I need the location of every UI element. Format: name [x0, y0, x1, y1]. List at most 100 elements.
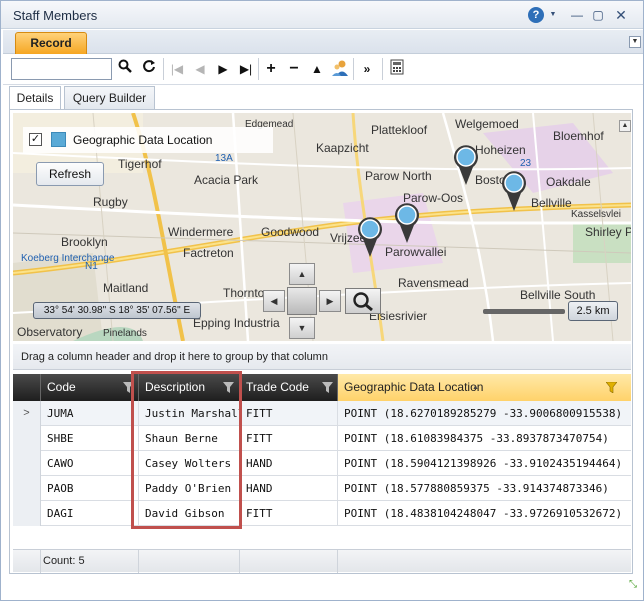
map-place-label: Welgemoed	[455, 117, 519, 131]
cell-code: JUMA	[41, 401, 139, 426]
tabstrip-dropdown-icon[interactable]: ▼	[629, 36, 641, 48]
help-icon[interactable]: ?	[528, 7, 544, 23]
tab-details[interactable]: Details	[9, 86, 61, 110]
header-code[interactable]: Code	[41, 374, 139, 401]
row-indicator	[13, 451, 41, 476]
first-record-icon[interactable]: |◀	[167, 59, 187, 79]
header-trade-code-label: Trade Code	[246, 380, 309, 394]
pan-up-icon[interactable]: ▲	[289, 263, 315, 285]
tab-query-builder[interactable]: Query Builder	[64, 86, 155, 110]
minimize-icon[interactable]: —	[570, 8, 584, 22]
map-place-label: Factreton	[183, 246, 234, 260]
map-coordinate-readout: 33° 54' 30.98" S 18° 35' 07.56" E	[33, 302, 201, 319]
cell-geo: POINT (18.61083984375 -33.8937873470754)	[344, 432, 609, 445]
map-collapse-icon[interactable]: ▲	[619, 120, 631, 132]
pan-down-icon[interactable]: ▼	[289, 317, 315, 339]
group-by-panel[interactable]: Drag a column header and drop it here to…	[13, 344, 631, 370]
cell-code: DAGI	[41, 501, 139, 526]
grid-header: Code Description Trade Code ▲ Geographic…	[13, 374, 631, 401]
delete-record-icon[interactable]: −	[284, 59, 304, 79]
grid-footer: Count: 5	[13, 549, 631, 573]
header-indicator-cell	[13, 374, 41, 401]
more-actions-icon[interactable]: »	[357, 59, 377, 79]
header-code-label: Code	[47, 380, 76, 394]
map-scale-bar	[483, 309, 565, 314]
previous-record-icon[interactable]: ◀	[190, 59, 210, 79]
cell-trade-code: FITT	[240, 501, 338, 526]
help-dropdown-icon[interactable]: ▼	[546, 8, 560, 22]
detail-tabs: Details Query Builder	[3, 86, 643, 110]
details-panel: Welgemoed Plattekloof Kaapzicht Hoheizen…	[9, 109, 633, 574]
map-place-label: Kasselsvlei	[571, 209, 622, 220]
map-scale-label: 2.5 km	[568, 301, 618, 321]
pan-left-icon[interactable]: ◀	[263, 290, 285, 312]
refresh-icon[interactable]	[139, 59, 159, 79]
table-row[interactable]: DAGI David Gibson FITT POINT (18.4838104…	[13, 501, 631, 526]
title-bar: Staff Members ? ▼ — ▢ ✕	[1, 1, 643, 29]
cell-geo: POINT (18.5904121398926 -33.910243519446…	[344, 457, 623, 470]
record-toolbar: |◀ ◀ ▶ ▶| + − ▲ »	[3, 55, 643, 85]
sort-ascending-icon: ▲	[472, 384, 479, 391]
header-geographic-location[interactable]: ▲ Geographic Data Location	[338, 374, 631, 401]
map-place-label: Brooklyn	[61, 235, 108, 249]
map-place-label: Koeberg Interchange	[21, 253, 115, 264]
table-row[interactable]: PAOB Paddy O'Brien HAND POINT (18.577880…	[13, 476, 631, 501]
map-place-label: Kaapzicht	[316, 141, 369, 155]
cell-code: SHBE	[41, 426, 139, 451]
cell-description: Casey Wolters	[139, 451, 240, 476]
map-place-label: Bellville	[531, 196, 572, 210]
staff-members-window: Staff Members ? ▼ — ▢ ✕ Record ▼ |◀ ◀ ▶ …	[0, 0, 644, 601]
cell-description: Justin Marshall	[139, 401, 240, 426]
layer-color-swatch	[51, 132, 66, 147]
header-description[interactable]: Description	[139, 374, 240, 401]
header-trade-code[interactable]: Trade Code	[240, 374, 338, 401]
search-input[interactable]	[11, 58, 112, 80]
map-zoom-button[interactable]	[345, 288, 381, 314]
map-place-label: N1	[85, 261, 98, 272]
filter-icon[interactable]	[322, 382, 333, 393]
map-place-label: Maitland	[103, 281, 149, 295]
map-view[interactable]: Welgemoed Plattekloof Kaapzicht Hoheizen…	[13, 113, 631, 341]
map-place-label: Parowvallei	[385, 245, 447, 259]
window-title: Staff Members	[13, 8, 98, 23]
refresh-button[interactable]: Refresh	[36, 162, 104, 186]
filter-icon[interactable]	[606, 382, 617, 393]
pan-right-icon[interactable]: ▶	[319, 290, 341, 312]
tab-record[interactable]: Record	[15, 32, 87, 54]
map-place-label: Bloemhof	[553, 129, 604, 143]
maximize-icon[interactable]: ▢	[591, 8, 605, 22]
search-icon[interactable]	[115, 59, 135, 79]
next-record-icon[interactable]: ▶	[213, 59, 233, 79]
map-pin-icon[interactable]	[392, 201, 422, 243]
calculator-icon[interactable]	[387, 59, 407, 79]
filter-icon[interactable]	[123, 382, 134, 393]
filter-icon[interactable]	[223, 382, 234, 393]
cell-code: PAOB	[41, 476, 139, 501]
header-geographic-location-label: Geographic Data Location	[344, 380, 484, 394]
layer-visibility-checkbox[interactable]: ✓	[29, 133, 42, 146]
header-description-label: Description	[145, 380, 206, 394]
pan-center-button[interactable]	[287, 287, 317, 315]
row-selected-indicator: >	[13, 401, 41, 426]
users-icon[interactable]	[330, 59, 350, 79]
resize-grip-icon[interactable]: ⤡	[625, 580, 641, 597]
cell-code: CAWO	[41, 451, 139, 476]
add-record-icon[interactable]: +	[261, 59, 281, 79]
table-row[interactable]: SHBE Shaun Berne FITT POINT (18.61083984…	[13, 426, 631, 451]
map-place-label: Plattekloof	[371, 123, 428, 137]
map-layer-legend: ✓ Geographic Data Location	[23, 127, 273, 153]
cell-trade-code: FITT	[240, 426, 338, 451]
last-record-icon[interactable]: ▶|	[236, 59, 256, 79]
map-pin-icon[interactable]	[451, 143, 481, 185]
table-row[interactable]: CAWO Casey Wolters HAND POINT (18.590412…	[13, 451, 631, 476]
cell-description: Paddy O'Brien	[139, 476, 240, 501]
close-icon[interactable]: ✕	[614, 8, 628, 22]
move-up-icon[interactable]: ▲	[307, 59, 327, 79]
map-pin-icon[interactable]	[499, 169, 529, 211]
table-row[interactable]: > JUMA Justin Marshall FITT POINT (18.62…	[13, 401, 631, 426]
map-place-label: Pinelands	[103, 328, 147, 339]
map-pin-icon[interactable]	[355, 215, 385, 257]
map-place-label: Rugby	[93, 195, 128, 209]
row-indicator	[13, 476, 41, 501]
map-place-label: Bellville South	[520, 288, 596, 302]
